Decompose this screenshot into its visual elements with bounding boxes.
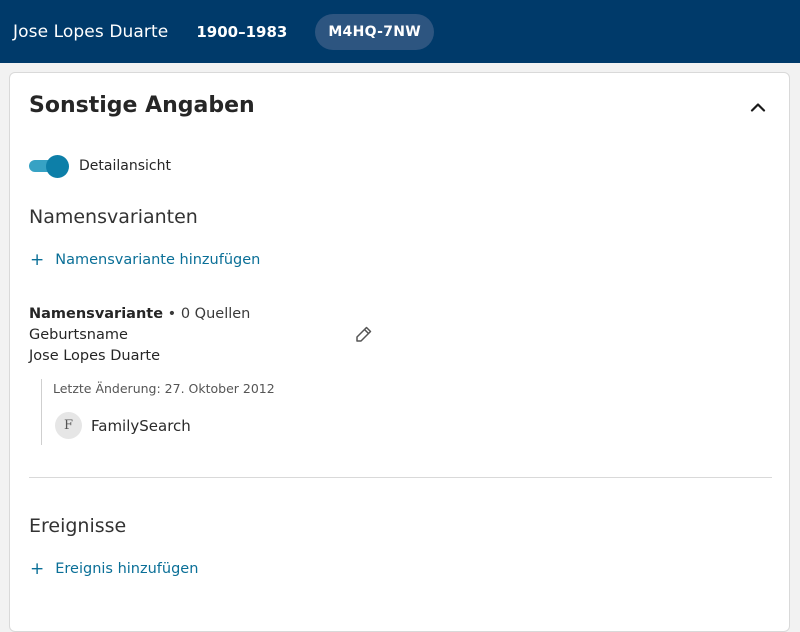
source-count[interactable]: • 0 Quellen [168,306,251,322]
contributor-name: FamilySearch [91,416,191,435]
section-divider [29,477,772,478]
contributor-avatar: F [55,412,82,439]
add-event-link[interactable]: + Ereignis hinzufügen [29,559,198,579]
person-name[interactable]: Jose Lopes Duarte [13,22,168,42]
name-variant-value: Jose Lopes Duarte [29,348,161,364]
card-title: Sonstige Angaben [29,93,255,118]
person-lifespan: 1900–1983 [196,22,288,41]
detail-view-toggle[interactable] [29,155,69,178]
person-id-badge[interactable]: M4HQ-7NW [315,13,434,50]
name-variant-subtype: Geburtsname [29,327,128,343]
last-changed: Letzte Änderung: 27. Oktober 2012 [53,381,275,396]
collapse-button[interactable] [746,95,770,119]
person-header: Jose Lopes Duarte 1900–1983 M4HQ-7NW [0,0,800,63]
other-info-card: Sonstige Angaben Detailansicht Namensvar… [9,72,790,632]
change-info: Letzte Änderung: 27. Oktober 2012 F Fami… [41,379,275,445]
edit-name-variant-button[interactable] [353,323,375,345]
add-event-label: Ereignis hinzufügen [55,561,199,577]
add-name-variant-link[interactable]: + Namensvariante hinzufügen [29,250,260,270]
detail-view-toggle-row: Detailansicht [29,155,171,178]
events-heading: Ereignisse [29,515,127,537]
detail-view-label: Detailansicht [79,158,171,174]
contributor[interactable]: F FamilySearch [55,412,275,439]
name-variant-type: Namensvariante [29,306,164,322]
plus-icon: + [30,559,45,579]
name-variant-entry: Namensvariante • 0 Quellen Geburtsname J… [29,304,379,367]
name-variant-type-line: Namensvariante • 0 Quellen [29,304,379,325]
name-variants-heading: Namensvarianten [29,206,198,228]
pencil-icon [356,326,372,342]
add-name-variant-label: Namensvariante hinzufügen [55,252,261,268]
toggle-knob [46,155,69,178]
plus-icon: + [30,250,45,270]
chevron-up-icon [750,103,766,112]
